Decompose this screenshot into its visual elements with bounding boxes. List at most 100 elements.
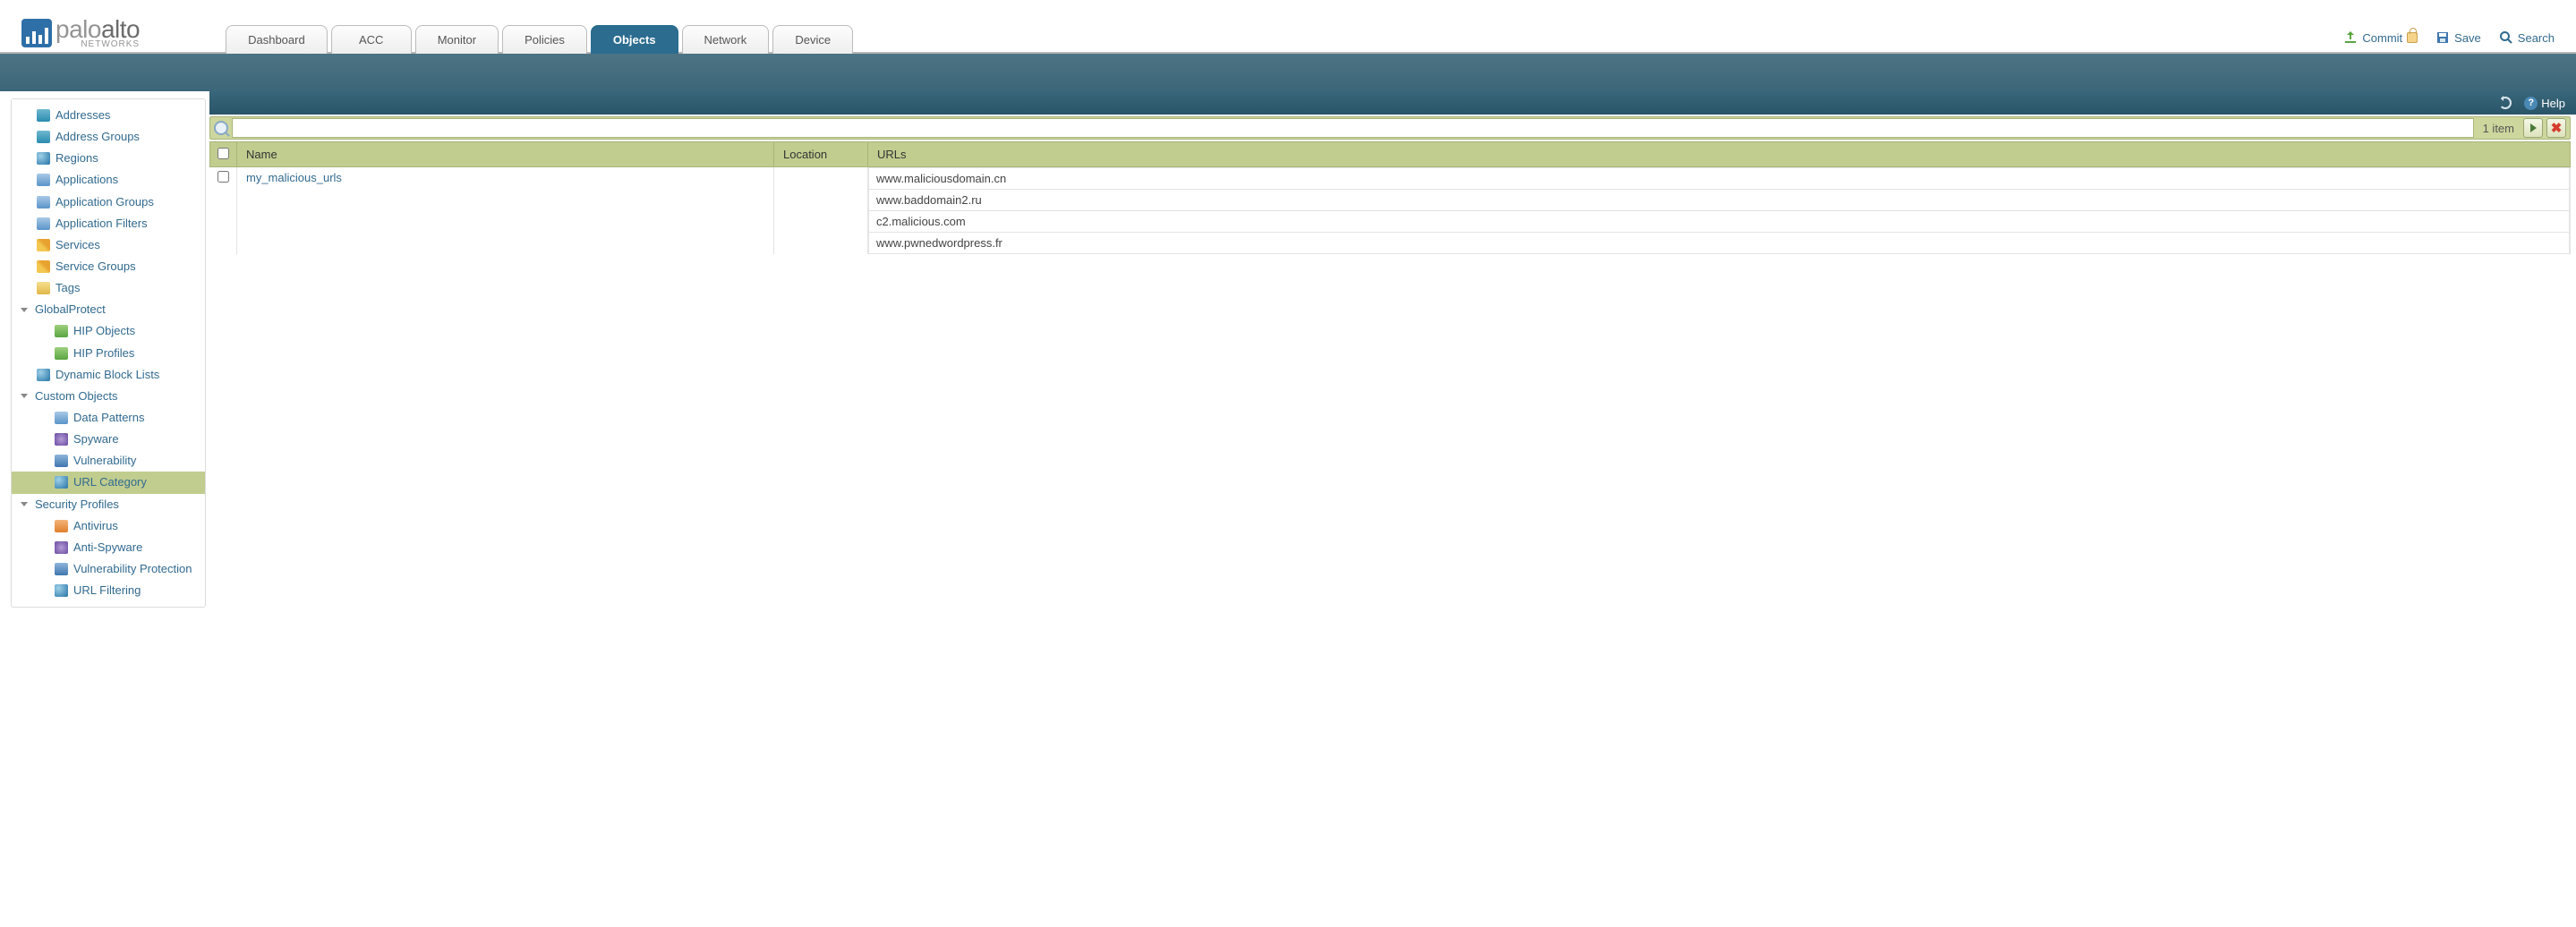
sidebar-item-data-patterns[interactable]: Data Patterns	[12, 407, 205, 429]
sidebar-item-applications[interactable]: Applications	[12, 169, 205, 191]
logo-text: paloalto NETWORKS	[55, 17, 140, 49]
help-label: Help	[2541, 97, 2565, 110]
row-checkbox[interactable]	[218, 171, 229, 183]
logo-icon	[21, 19, 52, 47]
sidebar-item-service-groups[interactable]: Service Groups	[12, 256, 205, 277]
row-location	[774, 167, 868, 255]
sidebar-item-hip-objects[interactable]: HIP Objects	[12, 320, 205, 342]
search-input[interactable]	[232, 118, 2474, 138]
apply-filter-button[interactable]	[2523, 118, 2543, 138]
sidebar-item-label: Addresses	[55, 106, 110, 124]
sidebar-item-label: Regions	[55, 149, 98, 167]
antivirus-icon	[55, 520, 68, 532]
sidebar-item-dynamic-block-lists[interactable]: Dynamic Block Lists	[12, 364, 205, 386]
sidebar-group-label: Custom Objects	[35, 387, 117, 405]
save-label: Save	[2454, 31, 2481, 45]
spyware-icon	[55, 433, 68, 446]
tab-network[interactable]: Network	[682, 25, 770, 54]
help-link[interactable]: ? Help	[2524, 97, 2565, 110]
application-groups-icon	[37, 196, 50, 208]
logo: paloalto NETWORKS	[21, 17, 140, 49]
sidebar-item-label: URL Filtering	[73, 582, 141, 600]
data-patterns-icon	[55, 412, 68, 424]
col-urls[interactable]: URLs	[868, 142, 2571, 167]
help-icon: ?	[2524, 97, 2538, 110]
lock-icon	[2407, 32, 2418, 43]
sidebar-item-label: Vulnerability	[73, 452, 136, 470]
tab-dashboard[interactable]: Dashboard	[226, 25, 328, 54]
sidebar-item-tags[interactable]: Tags	[12, 277, 205, 299]
select-all-checkbox[interactable]	[218, 148, 229, 159]
sidebar-item-regions[interactable]: Regions	[12, 148, 205, 169]
vulnerability-protection-icon	[55, 563, 68, 575]
search-bar: 1 item ✖	[209, 116, 2571, 140]
sidebar-item-label: Spyware	[73, 430, 119, 448]
url-entry: www.pwnedwordpress.fr	[868, 233, 2570, 254]
sidebar-item-label: Antivirus	[73, 517, 118, 535]
sidebar-item-url-category[interactable]: URL Category	[12, 472, 205, 493]
caret-down-icon	[21, 394, 28, 398]
sidebar-item-label: HIP Profiles	[73, 344, 134, 362]
sidebar-item-addresses[interactable]: Addresses	[12, 105, 205, 126]
sidebar-item-antivirus[interactable]: Antivirus	[12, 515, 205, 537]
hip-objects-icon	[55, 325, 68, 337]
tab-monitor[interactable]: Monitor	[415, 25, 499, 54]
sidebar-item-label: Anti-Spyware	[73, 539, 142, 557]
tags-icon	[37, 282, 50, 294]
caret-down-icon	[21, 308, 28, 312]
main-panel: ? Help 1 item ✖ Name Location URLs	[209, 91, 2576, 608]
url-entry: c2.malicious.com	[868, 211, 2570, 233]
refresh-icon[interactable]	[2499, 97, 2512, 109]
sidebar-item-services[interactable]: Services	[12, 234, 205, 256]
commit-label: Commit	[2362, 31, 2402, 45]
item-count: 1 item	[2478, 122, 2520, 135]
sidebar-group-globalprotect[interactable]: GlobalProtect	[12, 299, 205, 320]
commit-link[interactable]: Commit	[2343, 30, 2418, 45]
sidebar-item-address-groups[interactable]: Address Groups	[12, 126, 205, 148]
col-name[interactable]: Name	[237, 142, 774, 167]
sidebar-item-label: Service Groups	[55, 258, 136, 276]
col-location[interactable]: Location	[774, 142, 868, 167]
sidebar-item-label: Tags	[55, 279, 80, 297]
sidebar-item-application-groups[interactable]: Application Groups	[12, 191, 205, 213]
clear-filter-button[interactable]: ✖	[2546, 118, 2566, 138]
search-link[interactable]: Search	[2499, 30, 2555, 45]
url-entry: www.maliciousdomain.cn	[868, 167, 2570, 190]
sidebar-item-label: Vulnerability Protection	[73, 560, 192, 578]
addresses-icon	[37, 109, 50, 122]
row-name-link[interactable]: my_malicious_urls	[246, 171, 342, 184]
tab-device[interactable]: Device	[772, 25, 853, 54]
save-link[interactable]: Save	[2435, 30, 2481, 45]
sidebar-item-anti-spyware[interactable]: Anti-Spyware	[12, 537, 205, 558]
table-row: my_malicious_urls www.maliciousdomain.cn…	[210, 167, 2571, 255]
caret-down-icon	[21, 502, 28, 506]
sub-bar	[0, 54, 2576, 91]
sidebar-item-application-filters[interactable]: Application Filters	[12, 213, 205, 234]
url-category-table: Name Location URLs my_malicious_urls www…	[209, 141, 2571, 254]
services-icon	[37, 239, 50, 251]
tab-objects[interactable]: Objects	[591, 25, 678, 54]
url-category-icon	[55, 476, 68, 489]
sidebar-item-vulnerability-protection[interactable]: Vulnerability Protection	[12, 558, 205, 580]
sidebar-group-security-profiles[interactable]: Security Profiles	[12, 494, 205, 515]
col-checkbox	[210, 142, 237, 167]
header: paloalto NETWORKS Dashboard ACC Monitor …	[0, 0, 2576, 54]
close-icon: ✖	[2551, 122, 2563, 135]
search-icon[interactable]	[214, 121, 228, 135]
sidebar-item-vulnerability[interactable]: Vulnerability	[12, 450, 205, 472]
sidebar-item-spyware[interactable]: Spyware	[12, 429, 205, 450]
sidebar-item-hip-profiles[interactable]: HIP Profiles	[12, 343, 205, 364]
panel-toolbar: ? Help	[209, 91, 2576, 115]
anti-spyware-icon	[55, 541, 68, 554]
sidebar-group-custom-objects[interactable]: Custom Objects	[12, 386, 205, 407]
regions-icon	[37, 152, 50, 165]
row-url-list: www.maliciousdomain.cn www.baddomain2.ru…	[868, 167, 2570, 254]
dynamic-block-icon	[37, 369, 50, 381]
sidebar-item-label: Dynamic Block Lists	[55, 366, 159, 384]
applications-icon	[37, 174, 50, 186]
tab-policies[interactable]: Policies	[502, 25, 587, 54]
sidebar-item-label: Services	[55, 236, 100, 254]
sidebar-item-label: HIP Objects	[73, 322, 135, 340]
sidebar-item-url-filtering[interactable]: URL Filtering	[12, 580, 205, 601]
tab-acc[interactable]: ACC	[331, 25, 412, 54]
